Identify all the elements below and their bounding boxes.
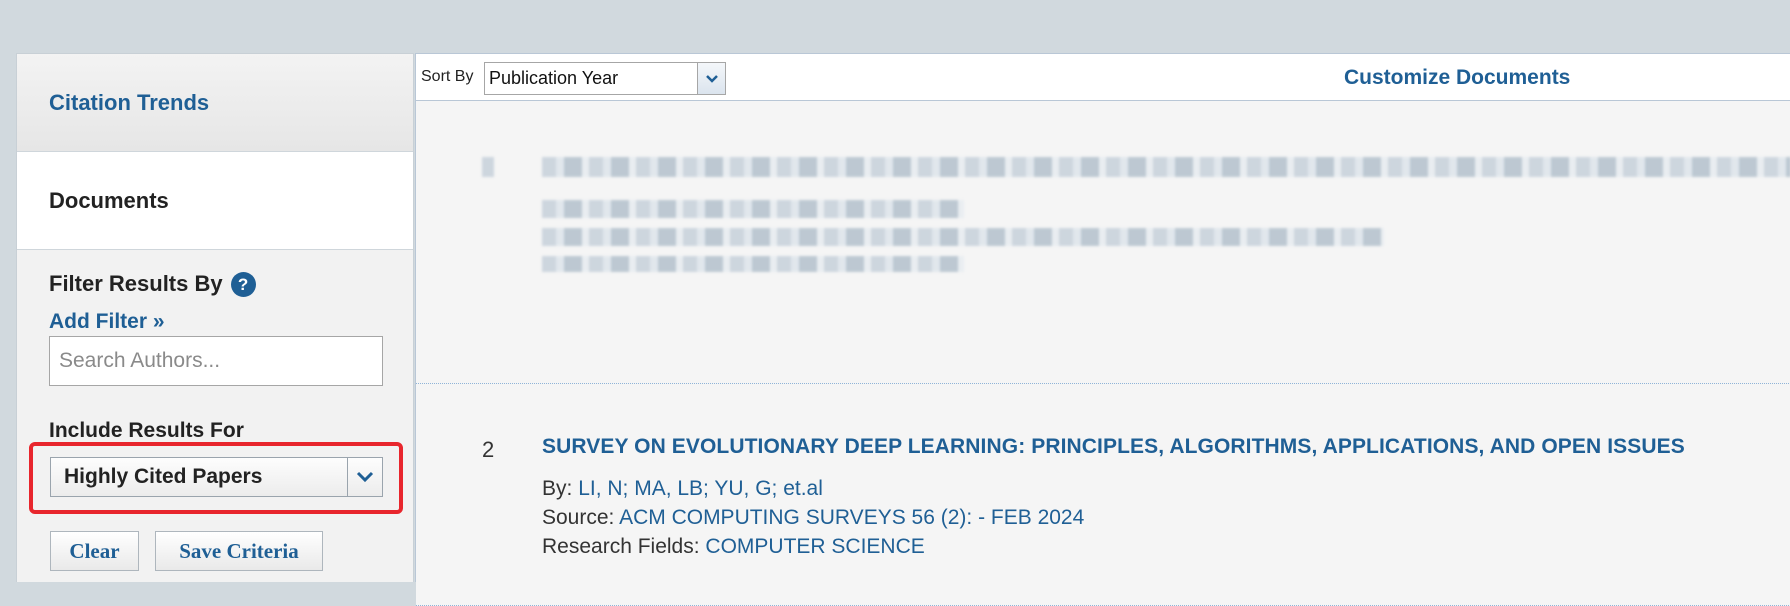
sort-by-select[interactable]: Publication Year	[484, 62, 726, 95]
redacted-source	[542, 228, 1384, 246]
chevron-down-icon[interactable]	[697, 63, 725, 94]
filter-results-heading: Filter Results By ?	[49, 271, 256, 297]
sort-by-label: Sort By	[421, 68, 474, 85]
help-icon[interactable]: ?	[230, 271, 256, 297]
sort-by-value: Publication Year	[489, 68, 619, 88]
document-research-fields: Research Fields: COMPUTER SCIENCE	[542, 535, 925, 559]
research-fields-label: Research Fields:	[542, 535, 700, 558]
by-label: By:	[542, 477, 573, 500]
filter-results-label: Filter Results By	[49, 271, 223, 296]
tab-citation-trends[interactable]: Citation Trends	[17, 54, 413, 152]
list-item: 2 SURVEY ON EVOLUTIONARY DEEP LEARNING: …	[416, 384, 1790, 606]
save-criteria-button[interactable]: Save Criteria	[155, 531, 323, 571]
redacted-fields	[542, 256, 964, 272]
include-results-heading: Include Results For	[49, 419, 244, 442]
include-results-select[interactable]: Highly Cited Papers	[50, 457, 383, 497]
redacted-authors	[542, 200, 964, 218]
source-label: Source:	[542, 506, 615, 529]
document-title-link[interactable]: SURVEY ON EVOLUTIONARY DEEP LEARNING: PR…	[542, 435, 1685, 459]
chevron-down-icon[interactable]	[347, 458, 382, 496]
document-number: 2	[482, 437, 495, 462]
research-fields-link[interactable]: COMPUTER SCIENCE	[705, 535, 924, 558]
source-link[interactable]: ACM COMPUTING SURVEYS 56 (2): - FEB 2024	[619, 506, 1084, 529]
customize-documents-link[interactable]: Customize Documents	[1344, 66, 1570, 90]
document-source: Source: ACM COMPUTING SURVEYS 56 (2): - …	[542, 506, 1084, 530]
left-sidebar: Citation Trends Documents Filter Results…	[16, 53, 414, 582]
redacted-number	[482, 157, 494, 177]
results-toolbar: Sort By Publication Year Customize Docum…	[416, 53, 1790, 101]
redacted-title[interactable]	[542, 157, 1790, 177]
document-authors: By: LI, N; MA, LB; YU, G; et.al	[542, 477, 823, 501]
tab-documents[interactable]: Documents	[17, 152, 413, 250]
documents-panel: Sort By Publication Year Customize Docum…	[415, 53, 1790, 606]
include-results-value: Highly Cited Papers	[64, 465, 263, 488]
authors-links[interactable]: LI, N; MA, LB; YU, G; et.al	[578, 477, 823, 500]
list-item-redacted	[416, 102, 1790, 384]
search-authors-input[interactable]	[49, 336, 383, 386]
clear-button[interactable]: Clear	[50, 531, 139, 571]
add-filter-link[interactable]: Add Filter »	[49, 310, 165, 334]
